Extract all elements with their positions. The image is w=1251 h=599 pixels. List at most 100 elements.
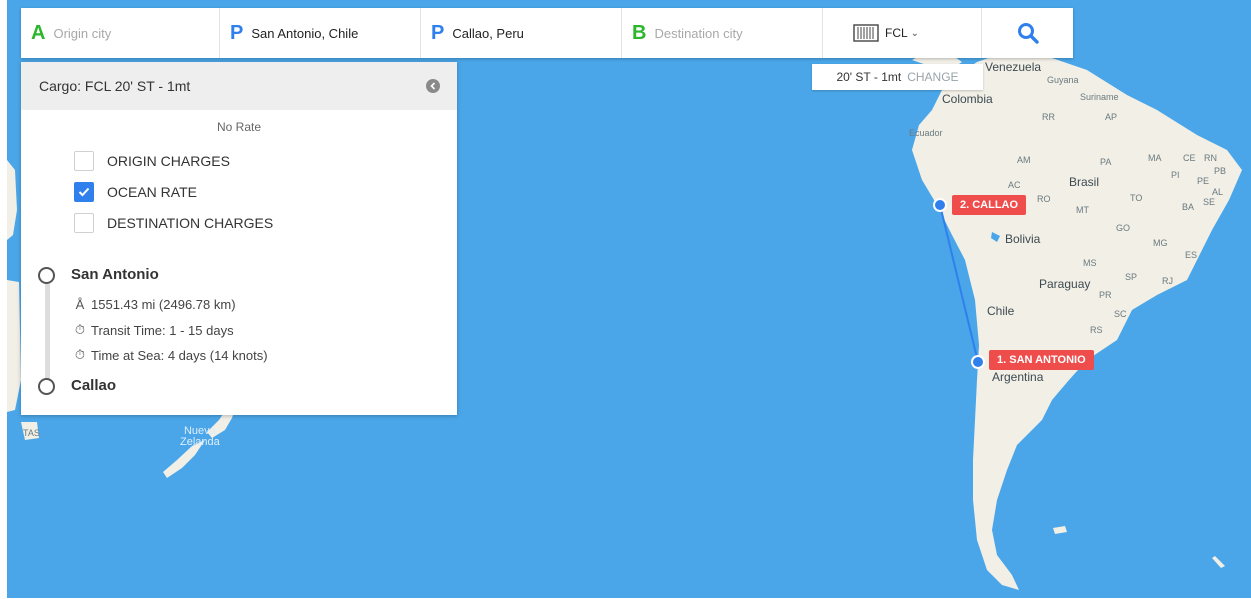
- map-label-rj: RJ: [1162, 276, 1173, 286]
- origin-port-value: San Antonio, Chile: [251, 25, 359, 41]
- no-rate-text: No Rate: [216, 120, 262, 134]
- map-label-chile: Chile: [987, 304, 1015, 318]
- south-america-landmass: [912, 55, 1242, 590]
- panel-header: Cargo: FCL 20' ST - 1mt: [21, 62, 457, 110]
- callao-port-marker[interactable]: [933, 198, 947, 212]
- collapse-icon[interactable]: [426, 79, 440, 93]
- map-label-bolivia: Bolivia: [1005, 232, 1041, 246]
- map-label-ro: RO: [1037, 194, 1051, 204]
- map-label-rr: RR: [1042, 112, 1055, 122]
- destination-port-field[interactable]: P Callao, Peru: [421, 8, 622, 58]
- australia-edge-south: [7, 280, 21, 412]
- route-transit-time: ⏱ Transit Time: 1 - 15 days: [73, 322, 234, 338]
- destination-port-circle-icon: [38, 378, 55, 395]
- map-label-ap: AP: [1105, 112, 1118, 122]
- map-label-argentina: Argentina: [992, 370, 1044, 384]
- origin-port-icon: P: [230, 21, 244, 44]
- destination-port-icon: P: [431, 21, 445, 44]
- destination-port-value: Callao, Peru: [452, 25, 524, 41]
- origin-city-field[interactable]: A Origin city: [21, 8, 220, 58]
- map-label-ba: BA: [1182, 202, 1195, 212]
- chevron-down-icon: ⌄: [910, 27, 920, 39]
- map-label-ms: MS: [1083, 258, 1097, 268]
- ocean-rate-checkbox[interactable]: [74, 182, 94, 202]
- origin-port-field[interactable]: P San Antonio, Chile: [220, 8, 421, 58]
- chevron-left-icon: [430, 82, 436, 90]
- map-label-ce: CE: [1183, 153, 1196, 163]
- map-label-sp: SP: [1125, 272, 1138, 282]
- map-label-al: AL: [1212, 187, 1224, 197]
- map-label-colombia: Colombia: [942, 92, 993, 106]
- map-label-ecuador: Ecuador: [909, 128, 943, 138]
- origin-city-placeholder: Origin city: [53, 25, 112, 41]
- origin-port-circle-icon: [38, 267, 55, 284]
- destination-charges-label: DESTINATION CHARGES: [107, 215, 274, 231]
- origin-charges-checkbox[interactable]: [74, 151, 94, 171]
- map-label-pb: PB: [1214, 166, 1227, 176]
- route-time-at-sea: ⏱ Time at Sea: 4 days (14 knots): [73, 347, 268, 363]
- map-label-se: SE: [1203, 197, 1216, 207]
- destination-city-placeholder: Destination city: [654, 25, 743, 41]
- destination-charges-checkbox[interactable]: [74, 213, 94, 233]
- container-type-value: FCL: [885, 26, 908, 40]
- destination-charges-option[interactable]: DESTINATION CHARGES: [74, 213, 273, 233]
- map-label-mt: MT: [1076, 205, 1089, 215]
- map-label-sc: SC: [1114, 309, 1127, 319]
- route-search-bar: A Origin city P San Antonio, Chile P Cal…: [21, 8, 1073, 58]
- map-label-ac: AC: [1008, 180, 1021, 190]
- map-label-pr: PR: [1099, 290, 1112, 300]
- ocean-rate-option[interactable]: OCEAN RATE: [74, 182, 197, 202]
- container-icon: [853, 24, 879, 42]
- map-label-zelanda: Zelanda: [180, 436, 220, 448]
- route-distance: Å 1551.43 mi (2496.78 km): [73, 297, 236, 312]
- cargo-summary-tag: 20' ST - 1mt CHANGE: [812, 64, 983, 90]
- san-antonio-port-marker[interactable]: [971, 355, 985, 369]
- map-label-brasil: Brasil: [1069, 175, 1100, 189]
- map-label-go: GO: [1116, 223, 1131, 233]
- map-label-mg: MG: [1153, 238, 1168, 248]
- origin-charges-option[interactable]: ORIGIN CHARGES: [74, 151, 230, 171]
- map-label-suriname: Suriname: [1080, 92, 1119, 102]
- south-georgia: [1212, 556, 1225, 568]
- ocean-rate-label: OCEAN RATE: [107, 184, 197, 200]
- map-label-pe: PE: [1197, 176, 1210, 186]
- stopwatch-icon: ⏱: [74, 347, 86, 362]
- destination-city-field[interactable]: B Destination city: [622, 8, 823, 58]
- change-cargo-button[interactable]: CHANGE: [907, 70, 958, 84]
- map-label-pi: PI: [1171, 170, 1180, 180]
- map-label-guyana: Guyana: [1047, 75, 1079, 85]
- search-icon: [1017, 23, 1039, 44]
- origin-charges-label: ORIGIN CHARGES: [107, 153, 230, 169]
- map-label-venezuela: Venezuela: [985, 60, 1042, 74]
- australia-edge: [7, 160, 17, 240]
- search-button[interactable]: [982, 8, 1073, 58]
- map-label-es: ES: [1185, 250, 1198, 260]
- map-label-pa: PA: [1100, 157, 1112, 167]
- map-label-paraguay: Paraguay: [1039, 277, 1091, 291]
- checkmark-icon: [78, 187, 90, 197]
- route-timeline-line: [45, 284, 50, 380]
- route-origin-port: San Antonio: [71, 266, 159, 283]
- panel-title: Cargo: FCL 20' ST - 1mt: [39, 78, 191, 94]
- rate-panel: Cargo: FCL 20' ST - 1mt No Rate ORIGIN C…: [21, 62, 457, 415]
- route-time-at-sea-value: Time at Sea: 4 days (14 knots): [91, 347, 268, 363]
- cargo-summary-label: 20' ST - 1mt: [836, 70, 902, 84]
- callao-port-badge[interactable]: 2. CALLAO: [952, 195, 1027, 215]
- origin-marker-icon: A: [31, 21, 46, 44]
- container-type-select[interactable]: FCL ⌄: [823, 8, 982, 58]
- map-label-rn: RN: [1204, 153, 1217, 163]
- map-label-to: TO: [1130, 193, 1143, 203]
- distance-icon: Å: [75, 297, 85, 312]
- route-destination-port: Callao: [71, 377, 117, 394]
- map-label-ma: MA: [1148, 153, 1162, 163]
- san-antonio-port-badge[interactable]: 1. SAN ANTONIO: [989, 350, 1094, 370]
- destination-marker-icon: B: [632, 21, 647, 44]
- map-label-am: AM: [1017, 155, 1031, 165]
- map-label-rs: RS: [1090, 325, 1103, 335]
- map-label-new-zealand: Nueva Zelanda: [180, 426, 220, 448]
- route-distance-value: 1551.43 mi (2496.78 km): [91, 297, 236, 312]
- route-transit-time-value: Transit Time: 1 - 15 days: [91, 322, 234, 338]
- stopwatch-icon: ⏱: [74, 322, 86, 337]
- falkland-islands: [1053, 526, 1067, 534]
- map-label-tas: TAS: [23, 428, 40, 438]
